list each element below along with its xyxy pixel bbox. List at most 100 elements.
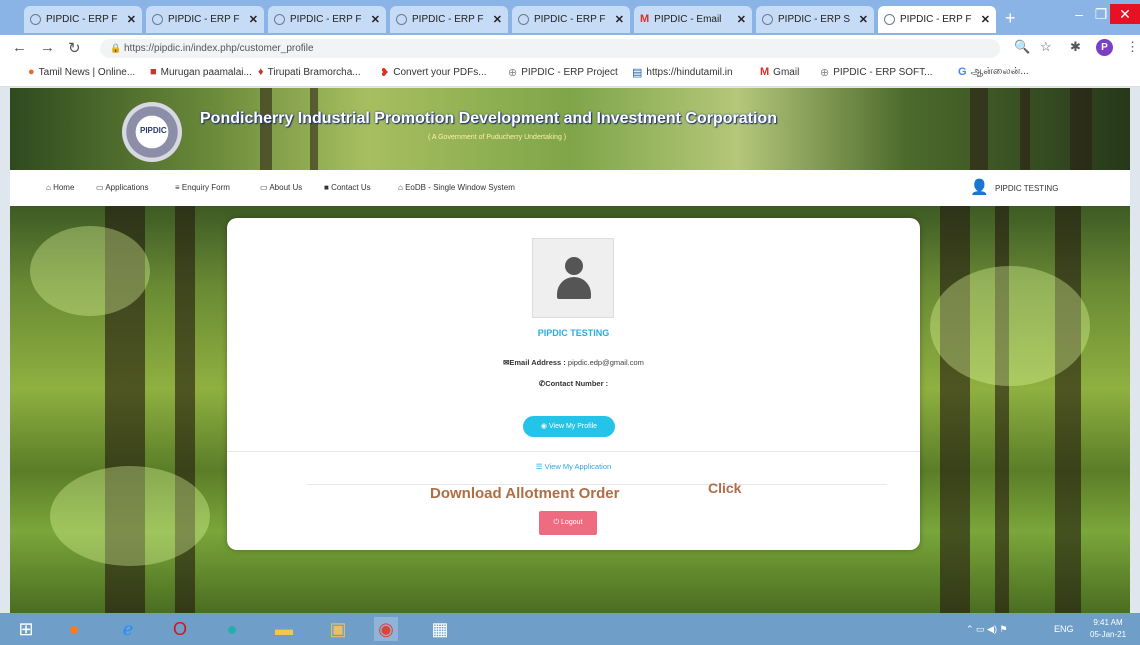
monitor-icon: ▭ — [96, 183, 104, 192]
globe-icon: ⊕ — [820, 67, 830, 79]
browser-tab-strip: PIPDIC - ERP F ✕ PIPDIC - ERP F ✕ PIPDIC -… — [0, 0, 1140, 35]
bookmark-item[interactable]: ⊕ PIPDIC - ERP Project — [508, 66, 618, 79]
list-icon: ≡ — [175, 183, 180, 192]
home-icon: ⌂ — [46, 183, 51, 192]
logout-button[interactable]: ⏻ Logout — [539, 511, 597, 535]
google-icon: G — [958, 66, 967, 78]
globe-icon — [30, 14, 41, 25]
eye-icon: ◉ — [540, 423, 548, 430]
nav-user-name[interactable]: PIPDIC TESTING — [995, 184, 1058, 193]
user-avatar-icon — [565, 257, 583, 275]
close-tab-icon[interactable]: ✕ — [737, 13, 746, 26]
view-application-link[interactable]: ☰ View My Application — [227, 462, 920, 471]
bookmark-item[interactable]: ▤ https://hindutamil.in — [632, 66, 733, 79]
bookmark-item[interactable]: ❥ Convert your PDFs... — [380, 66, 487, 79]
tray-icons[interactable]: ⌃ ▭ ◀) ⚑ — [966, 624, 1008, 635]
gmail-icon: M — [760, 66, 770, 78]
book-icon: ■ — [324, 183, 329, 192]
browser-tab[interactable]: M PIPDIC - Email ✕ — [634, 6, 752, 33]
close-tab-icon[interactable]: ✕ — [371, 13, 380, 26]
nav-about-us[interactable]: ▭ About Us — [260, 183, 302, 192]
bookmark-item[interactable]: ■ Murugan paamalai... — [150, 66, 252, 78]
extensions-icon[interactable]: ✱ — [1070, 39, 1081, 55]
folder-icon[interactable]: ▣ — [326, 617, 350, 641]
maximize-button[interactable]: ❐ — [1090, 4, 1112, 24]
browser-tab-active[interactable]: PIPDIC - ERP F ✕ — [878, 6, 996, 33]
ie-icon[interactable]: ℯ — [116, 617, 140, 641]
browser-tab[interactable]: PIPDIC - ERP F ✕ — [24, 6, 142, 33]
lock-icon: 🔒 — [110, 43, 122, 53]
close-tab-icon[interactable]: ✕ — [127, 13, 136, 26]
globe-icon: ⊕ — [508, 67, 518, 79]
profile-picture — [532, 238, 614, 318]
star-icon[interactable]: ☆ — [1040, 39, 1052, 55]
email-value: pipdic.edp@gmail.com — [567, 358, 644, 367]
bookmark-item[interactable]: M Gmail — [760, 66, 799, 78]
close-tab-icon[interactable]: ✕ — [615, 13, 624, 26]
browser-tab[interactable]: PIPDIC - ERP S ✕ — [756, 6, 874, 33]
back-button[interactable]: ← — [12, 39, 27, 56]
windows-taskbar: ⊞ ● ℯ O ● ▬ ▣ ◉ ▦ ⌃ ▭ ◀) ⚑ ENG 9:41 AM 0… — [0, 613, 1140, 645]
bookmark-item[interactable]: ⊕ PIPDIC - ERP SOFT... — [820, 66, 933, 79]
close-tab-icon[interactable]: ✕ — [493, 13, 502, 26]
email-row: ✉Email Address : pipdic.edp@gmail.com — [503, 358, 644, 367]
chrome-icon[interactable]: ◉ — [374, 617, 398, 641]
minimize-button[interactable]: – — [1068, 4, 1090, 24]
bookmark-item[interactable]: ● Tamil News | Online... — [28, 66, 135, 78]
chat-icon: ▭ — [260, 183, 268, 192]
globe-icon — [274, 14, 285, 25]
close-tab-icon[interactable]: ✕ — [859, 13, 868, 26]
nav-home[interactable]: ⌂ Home — [46, 183, 74, 192]
site-subtitle: ( A Government of Puducherry Undertaking… — [428, 134, 567, 141]
edge-icon[interactable]: ● — [220, 617, 244, 641]
user-icon: 👤 — [970, 179, 989, 196]
nav-contact-us[interactable]: ■ Contact Us — [324, 183, 371, 192]
nav-applications[interactable]: ▭ Applications — [96, 183, 148, 192]
news-icon: ● — [28, 66, 35, 78]
view-profile-button[interactable]: ◉ View My Profile — [523, 416, 615, 437]
list-icon: ☰ — [535, 462, 543, 471]
clock[interactable]: 9:41 AM 05-Jan-21 — [1090, 617, 1126, 641]
main-navbar: ⌂ Home ▭ Applications ≡ Enquiry Form ▭ A… — [10, 170, 1130, 206]
new-tab-button[interactable]: + — [1005, 8, 1016, 29]
site-title: Pondicherry Industrial Promotion Develop… — [200, 110, 777, 127]
close-window-button[interactable]: ✕ — [1110, 4, 1140, 24]
close-tab-icon[interactable]: ✕ — [981, 13, 990, 26]
reload-button[interactable]: ↻ — [68, 39, 81, 57]
home-icon: ⌂ — [398, 183, 403, 192]
language-indicator[interactable]: ENG — [1054, 624, 1074, 634]
bookmark-item[interactable]: ♦ Tirupati Bramorcha... — [258, 66, 361, 78]
opera-icon[interactable]: O — [168, 617, 192, 641]
globe-icon — [884, 14, 895, 25]
globe-icon — [396, 14, 407, 25]
nav-enquiry-form[interactable]: ≡ Enquiry Form — [175, 183, 230, 192]
url-input[interactable]: 🔒 https://pipdic.in/index.php/customer_pr… — [100, 39, 1000, 58]
site-logo[interactable]: PIPDIC — [122, 102, 182, 162]
profile-card: PIPDIC TESTING ✉Email Address : pipdic.e… — [227, 218, 920, 550]
globe-icon — [762, 14, 773, 25]
bookmark-item[interactable]: G ஆன்லைன்... — [958, 66, 1029, 78]
file-explorer-icon[interactable]: ▬ — [272, 617, 296, 641]
close-tab-icon[interactable]: ✕ — [249, 13, 258, 26]
bookmarks-bar: ● Tamil News | Online... ■ Murugan paamala… — [0, 61, 1140, 87]
forward-button[interactable]: → — [40, 39, 55, 56]
profile-avatar[interactable]: P — [1096, 39, 1113, 56]
browser-tab[interactable]: PIPDIC - ERP F ✕ — [146, 6, 264, 33]
zoom-icon[interactable]: 🔍 — [1014, 39, 1030, 55]
download-allotment-order-link[interactable]: Download Allotment Order — [430, 485, 619, 502]
browser-tab[interactable]: PIPDIC - ERP F ✕ — [390, 6, 508, 33]
browser-tab[interactable]: PIPDIC - ERP F ✕ — [268, 6, 386, 33]
globe-icon — [152, 14, 163, 25]
firefox-icon[interactable]: ● — [62, 617, 86, 641]
bookmark-icon: ♦ — [258, 66, 264, 78]
nav-eodb[interactable]: ⌂ EoDB - Single Window System — [398, 183, 515, 192]
globe-icon — [518, 14, 529, 25]
news-icon: ▤ — [632, 67, 643, 79]
gmail-icon: M — [640, 13, 650, 25]
site-header: PIPDIC Pondicherry Industrial Promotion … — [10, 88, 1130, 170]
browser-tab[interactable]: PIPDIC - ERP F ✕ — [512, 6, 630, 33]
menu-icon[interactable]: ⋮ — [1126, 39, 1139, 55]
power-icon: ⏻ — [553, 519, 560, 526]
app-icon[interactable]: ▦ — [428, 617, 452, 641]
windows-start-icon[interactable]: ⊞ — [14, 617, 38, 641]
